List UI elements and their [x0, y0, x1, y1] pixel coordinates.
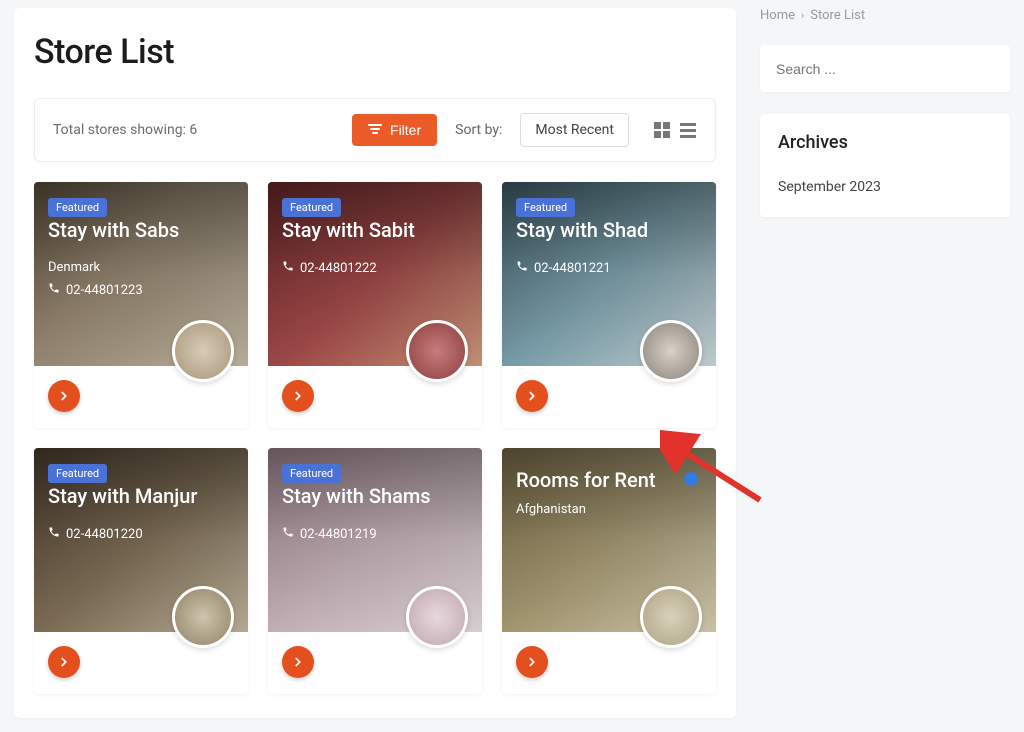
- store-avatar: [406, 586, 468, 648]
- phone-icon: [282, 526, 294, 542]
- store-avatar: [172, 320, 234, 382]
- filter-button[interactable]: Filter: [352, 114, 437, 146]
- sidebar: Home › Store List Archives September 202…: [760, 8, 1010, 718]
- breadcrumb-home[interactable]: Home: [760, 8, 795, 23]
- store-title: Stay with Sabs: [48, 218, 179, 242]
- search-box: [760, 45, 1010, 92]
- featured-badge: Featured: [282, 464, 341, 483]
- store-title: Stay with Sabit: [282, 218, 415, 242]
- view-store-button[interactable]: [282, 380, 314, 412]
- sort-select[interactable]: Most Recent: [520, 113, 629, 147]
- breadcrumb: Home › Store List: [760, 8, 1010, 23]
- phone-icon: [516, 260, 528, 276]
- store-phone: 02-44801220: [48, 526, 143, 542]
- view-store-button[interactable]: [516, 380, 548, 412]
- store-phone: 02-44801219: [282, 526, 377, 542]
- search-input[interactable]: [776, 61, 994, 77]
- featured-badge: Featured: [516, 198, 575, 217]
- phone-icon: [48, 526, 60, 542]
- verified-badge-icon: [682, 470, 700, 488]
- archives-panel: Archives September 2023: [760, 114, 1010, 217]
- phone-icon: [48, 282, 60, 298]
- featured-badge: Featured: [48, 198, 107, 217]
- store-phone: 02-44801221: [516, 260, 611, 276]
- view-store-button[interactable]: [282, 646, 314, 678]
- store-title: Rooms for Rent: [516, 468, 656, 492]
- store-phone: 02-44801223: [48, 282, 143, 298]
- page-title: Store List: [34, 32, 716, 72]
- archives-item[interactable]: September 2023: [778, 179, 992, 195]
- breadcrumb-current: Store List: [810, 8, 865, 23]
- view-toggle: [653, 121, 697, 139]
- store-avatar: [172, 586, 234, 648]
- store-card[interactable]: Featured Stay with Sabs Denmark 02-44801…: [34, 182, 248, 428]
- store-avatar: [640, 586, 702, 648]
- store-avatar: [406, 320, 468, 382]
- store-title: Stay with Shad: [516, 218, 648, 242]
- featured-badge: Featured: [48, 464, 107, 483]
- sort-label: Sort by:: [455, 122, 502, 138]
- list-view-icon[interactable]: [679, 121, 697, 139]
- view-store-button[interactable]: [48, 646, 80, 678]
- store-title: Stay with Manjur: [48, 484, 197, 508]
- view-store-button[interactable]: [48, 380, 80, 412]
- store-card[interactable]: Featured Stay with Shad 02-44801221: [502, 182, 716, 428]
- grid-view-icon[interactable]: [653, 121, 671, 139]
- archives-title: Archives: [778, 132, 992, 153]
- filter-icon: [368, 122, 382, 138]
- store-card[interactable]: Rooms for Rent Afghanistan: [502, 448, 716, 694]
- phone-icon: [282, 260, 294, 276]
- filter-label: Filter: [390, 122, 421, 138]
- store-location: Afghanistan: [516, 502, 586, 517]
- main-panel: Store List Total stores showing: 6 Filte…: [14, 8, 736, 718]
- store-title: Stay with Shams: [282, 484, 431, 508]
- chevron-right-icon: ›: [801, 9, 804, 22]
- store-card[interactable]: Featured Stay with Shams 02-44801219: [268, 448, 482, 694]
- toolbar: Total stores showing: 6 Filter Sort by: …: [34, 98, 716, 162]
- store-card[interactable]: Featured Stay with Manjur 02-44801220: [34, 448, 248, 694]
- store-avatar: [640, 320, 702, 382]
- featured-badge: Featured: [282, 198, 341, 217]
- store-count: Total stores showing: 6: [53, 122, 197, 138]
- store-card[interactable]: Featured Stay with Sabit 02-44801222: [268, 182, 482, 428]
- store-location: Denmark: [48, 260, 100, 275]
- view-store-button[interactable]: [516, 646, 548, 678]
- store-phone: 02-44801222: [282, 260, 377, 276]
- store-grid: Featured Stay with Sabs Denmark 02-44801…: [34, 182, 716, 694]
